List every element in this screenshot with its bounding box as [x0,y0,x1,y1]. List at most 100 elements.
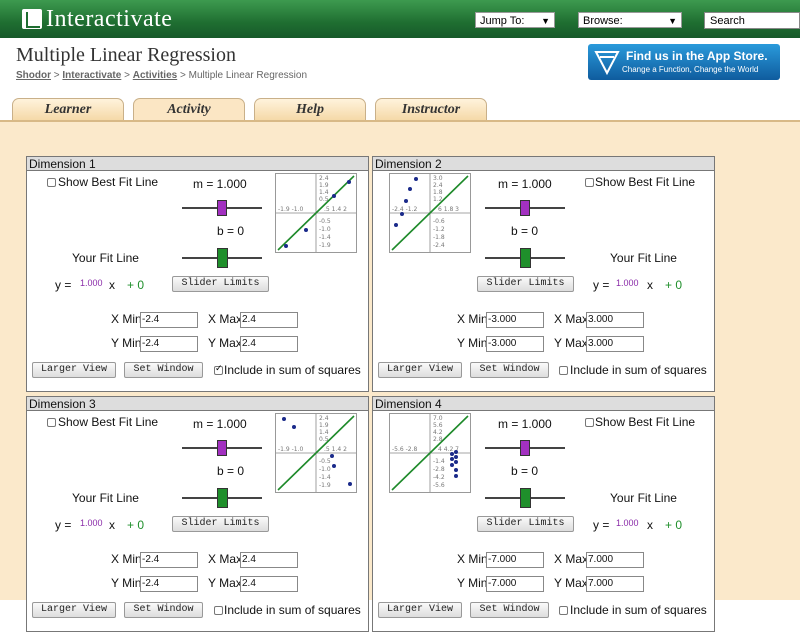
x-max-label: X Max [554,312,589,326]
larger-view-button[interactable]: Larger View [32,362,116,378]
data-points [450,450,458,478]
slider-thumb[interactable] [520,200,530,216]
x-min-input[interactable]: -2.4 [140,312,198,328]
app-store-button[interactable]: Find us in the App Store. Change a Funct… [588,44,780,80]
show-best-fit-checkbox[interactable] [585,178,594,187]
logo-icon [22,9,42,29]
slider-limits-button[interactable]: Slider Limits [172,516,269,532]
dimension-panel-1: Dimension 1 Show Best Fit Line m = 1.000… [26,156,369,392]
larger-view-button[interactable]: Larger View [378,362,462,378]
slider-limits-button[interactable]: Slider Limits [477,516,574,532]
graph-ytick: 5.6 [433,422,443,429]
include-sum-checkbox[interactable] [559,366,568,375]
best-fit-slope-value: m = 1.000 [193,177,247,191]
larger-view-button[interactable]: Larger View [32,602,116,618]
include-sum-checkbox[interactable] [214,363,223,375]
graph-ytick: -1.0 [319,466,331,473]
best-fit-slope-slider[interactable] [182,440,262,456]
slider-thumb[interactable] [217,200,227,216]
show-best-fit-checkbox[interactable] [585,418,594,427]
y-max-input[interactable]: 2.4 [240,336,298,352]
show-best-fit-checkbox[interactable] [47,418,56,427]
breadcrumb-activities[interactable]: Activities [133,70,177,81]
tab-activity[interactable]: Activity [133,98,245,122]
data-point [454,468,458,472]
x-max-input[interactable]: 2.4 [240,312,298,328]
graph-ytick: -1.9 [319,482,331,489]
graph-ytick: -0.6 [433,218,445,225]
data-point [454,460,458,464]
best-fit-slope-value: m = 1.000 [498,177,552,191]
best-fit-slope-slider[interactable] [485,200,565,216]
your-fit-slider[interactable] [182,488,262,508]
graph-ytick: 1.8 [433,189,443,196]
larger-view-button[interactable]: Larger View [378,602,462,618]
jump-to-select[interactable]: Jump To: ▼ [475,12,555,28]
slider-thumb[interactable] [217,440,227,456]
breadcrumb-interactivate[interactable]: Interactivate [62,70,121,81]
data-point [348,482,352,486]
set-window-button[interactable]: Set Window [124,362,203,378]
data-point [454,455,458,459]
x-min-input[interactable]: -7.000 [486,552,544,568]
dimension-panel-2: Dimension 2 Show Best Fit Line m = 1.000… [372,156,715,392]
y-max-input[interactable]: 3.000 [586,336,644,352]
slider-thumb[interactable] [520,248,531,268]
y-min-input[interactable]: -3.000 [486,336,544,352]
graph-xtick-left: -1.9 -1.0 [278,446,304,453]
browse-select[interactable]: Browse: ▼ [578,12,682,28]
your-fit-slider[interactable] [485,488,565,508]
slider-thumb[interactable] [217,488,228,508]
equation-x-label: x [647,278,653,292]
data-point [450,457,454,461]
breadcrumb-shodor[interactable]: Shodor [16,70,51,81]
graph-ytick: 7.0 [433,415,443,422]
app-store-icon [594,51,620,75]
x-max-input[interactable]: 3.000 [586,312,644,328]
slider-thumb[interactable] [520,488,531,508]
graph-ytick: -1.4 [319,474,331,481]
interactivate-logo[interactable]: Interactivate [22,6,172,32]
your-fit-line-label: Your Fit Line [72,491,139,505]
x-max-input[interactable]: 7.000 [586,552,644,568]
slider-limits-button[interactable]: Slider Limits [172,276,269,292]
x-max-input[interactable]: 2.4 [240,552,298,568]
x-min-input[interactable]: -2.4 [140,552,198,568]
regression-graph: -5.6 -2.8 4 4.2 7 7.0 5.6 4.2 2.8 -1.4 -… [389,413,471,493]
graph-ytick: 2.4 [319,415,329,422]
graph-ytick: 4.2 [433,429,443,436]
dimension-title: Dimension 2 [373,157,714,171]
y-max-label: Y Max [208,336,242,350]
slider-thumb[interactable] [520,440,530,456]
tab-help[interactable]: Help [254,98,366,120]
y-min-input[interactable]: -2.4 [140,336,198,352]
dimension-panel-3: Dimension 3 Show Best Fit Line m = 1.000… [26,396,369,632]
dimension-title: Dimension 4 [373,397,714,411]
tab-learner[interactable]: Learner [12,98,124,120]
slider-limits-button[interactable]: Slider Limits [477,276,574,292]
y-min-label: Y Min [111,576,142,590]
set-window-button[interactable]: Set Window [470,602,549,618]
best-fit-slope-slider[interactable] [182,200,262,216]
graph-ytick: -1.8 [433,234,445,241]
y-min-input[interactable]: -7.000 [486,576,544,592]
y-min-input[interactable]: -2.4 [140,576,198,592]
graph-ytick: -1.4 [319,234,331,241]
set-window-button[interactable]: Set Window [124,602,203,618]
tab-instructor[interactable]: Instructor [375,98,487,120]
show-best-fit-checkbox[interactable] [47,178,56,187]
show-best-fit-label: Show Best Fit Line [595,175,696,189]
y-max-input[interactable]: 2.4 [240,576,298,592]
your-fit-slider[interactable] [182,248,262,268]
slider-thumb[interactable] [217,248,228,268]
include-sum-checkbox[interactable] [214,606,223,615]
your-fit-slider[interactable] [485,248,565,268]
equation-y-label: y = [593,278,610,292]
best-fit-slope-slider[interactable] [485,440,565,456]
x-min-input[interactable]: -3.000 [486,312,544,328]
set-window-button[interactable]: Set Window [470,362,549,378]
include-sum-checkbox[interactable] [559,606,568,615]
y-max-input[interactable]: 7.000 [586,576,644,592]
data-points [394,177,418,227]
search-input[interactable]: Search [704,12,800,29]
